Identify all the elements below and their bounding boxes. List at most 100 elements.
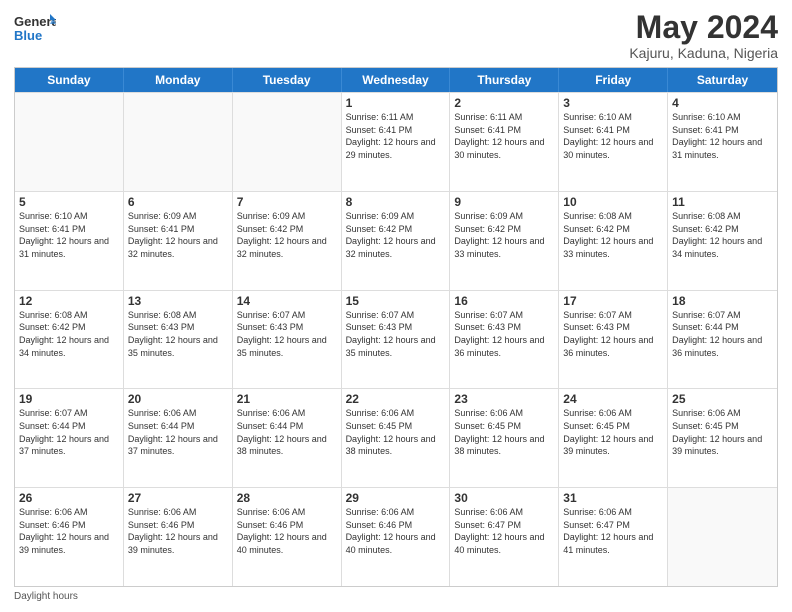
- main-title: May 2024: [629, 10, 778, 45]
- cell-info: Sunrise: 6:07 AM Sunset: 6:44 PM Dayligh…: [672, 309, 773, 359]
- calendar-cell: 9Sunrise: 6:09 AM Sunset: 6:42 PM Daylig…: [450, 192, 559, 290]
- calendar-cell: 15Sunrise: 6:07 AM Sunset: 6:43 PM Dayli…: [342, 291, 451, 389]
- cell-day-number: 4: [672, 96, 773, 110]
- cell-info: Sunrise: 6:06 AM Sunset: 6:45 PM Dayligh…: [454, 407, 554, 457]
- footer-text: Daylight hours: [14, 591, 78, 602]
- calendar-cell: 5Sunrise: 6:10 AM Sunset: 6:41 PM Daylig…: [15, 192, 124, 290]
- cell-day-number: 9: [454, 195, 554, 209]
- cell-info: Sunrise: 6:09 AM Sunset: 6:41 PM Dayligh…: [128, 210, 228, 260]
- calendar-row: 5Sunrise: 6:10 AM Sunset: 6:41 PM Daylig…: [15, 191, 777, 290]
- cell-info: Sunrise: 6:07 AM Sunset: 6:44 PM Dayligh…: [19, 407, 119, 457]
- cell-info: Sunrise: 6:06 AM Sunset: 6:45 PM Dayligh…: [563, 407, 663, 457]
- calendar-header: SundayMondayTuesdayWednesdayThursdayFrid…: [15, 68, 777, 92]
- calendar-cell: 16Sunrise: 6:07 AM Sunset: 6:43 PM Dayli…: [450, 291, 559, 389]
- calendar-cell: 12Sunrise: 6:08 AM Sunset: 6:42 PM Dayli…: [15, 291, 124, 389]
- cell-day-number: 10: [563, 195, 663, 209]
- calendar-cell: 14Sunrise: 6:07 AM Sunset: 6:43 PM Dayli…: [233, 291, 342, 389]
- cell-info: Sunrise: 6:09 AM Sunset: 6:42 PM Dayligh…: [346, 210, 446, 260]
- cell-info: Sunrise: 6:08 AM Sunset: 6:42 PM Dayligh…: [563, 210, 663, 260]
- cell-info: Sunrise: 6:08 AM Sunset: 6:43 PM Dayligh…: [128, 309, 228, 359]
- calendar-cell: [124, 93, 233, 191]
- cell-info: Sunrise: 6:10 AM Sunset: 6:41 PM Dayligh…: [563, 111, 663, 161]
- cell-day-number: 19: [19, 392, 119, 406]
- calendar-body: 1Sunrise: 6:11 AM Sunset: 6:41 PM Daylig…: [15, 92, 777, 586]
- cell-info: Sunrise: 6:06 AM Sunset: 6:46 PM Dayligh…: [128, 506, 228, 556]
- calendar-row: 19Sunrise: 6:07 AM Sunset: 6:44 PM Dayli…: [15, 388, 777, 487]
- calendar-cell: 28Sunrise: 6:06 AM Sunset: 6:46 PM Dayli…: [233, 488, 342, 586]
- calendar-cell: 27Sunrise: 6:06 AM Sunset: 6:46 PM Dayli…: [124, 488, 233, 586]
- cell-day-number: 30: [454, 491, 554, 505]
- cell-day-number: 3: [563, 96, 663, 110]
- cell-day-number: 16: [454, 294, 554, 308]
- cell-info: Sunrise: 6:06 AM Sunset: 6:46 PM Dayligh…: [346, 506, 446, 556]
- cell-info: Sunrise: 6:06 AM Sunset: 6:45 PM Dayligh…: [346, 407, 446, 457]
- calendar-cell: 24Sunrise: 6:06 AM Sunset: 6:45 PM Dayli…: [559, 389, 668, 487]
- cell-day-number: 14: [237, 294, 337, 308]
- subtitle: Kajuru, Kaduna, Nigeria: [629, 45, 778, 61]
- cal-header-cell: Tuesday: [233, 68, 342, 92]
- cell-day-number: 12: [19, 294, 119, 308]
- cell-info: Sunrise: 6:09 AM Sunset: 6:42 PM Dayligh…: [237, 210, 337, 260]
- svg-text:General: General: [14, 14, 56, 29]
- calendar-cell: 22Sunrise: 6:06 AM Sunset: 6:45 PM Dayli…: [342, 389, 451, 487]
- cell-info: Sunrise: 6:06 AM Sunset: 6:46 PM Dayligh…: [19, 506, 119, 556]
- cal-header-cell: Wednesday: [342, 68, 451, 92]
- svg-text:Blue: Blue: [14, 28, 42, 43]
- cell-day-number: 15: [346, 294, 446, 308]
- cell-info: Sunrise: 6:10 AM Sunset: 6:41 PM Dayligh…: [19, 210, 119, 260]
- calendar-cell: 26Sunrise: 6:06 AM Sunset: 6:46 PM Dayli…: [15, 488, 124, 586]
- cal-header-cell: Saturday: [668, 68, 777, 92]
- calendar-cell: 13Sunrise: 6:08 AM Sunset: 6:43 PM Dayli…: [124, 291, 233, 389]
- calendar-cell: 21Sunrise: 6:06 AM Sunset: 6:44 PM Dayli…: [233, 389, 342, 487]
- cal-header-cell: Thursday: [450, 68, 559, 92]
- calendar-cell: 7Sunrise: 6:09 AM Sunset: 6:42 PM Daylig…: [233, 192, 342, 290]
- footer: Daylight hours: [14, 591, 778, 602]
- cell-info: Sunrise: 6:11 AM Sunset: 6:41 PM Dayligh…: [346, 111, 446, 161]
- calendar-cell: 6Sunrise: 6:09 AM Sunset: 6:41 PM Daylig…: [124, 192, 233, 290]
- calendar-cell: [668, 488, 777, 586]
- cell-day-number: 7: [237, 195, 337, 209]
- title-block: May 2024 Kajuru, Kaduna, Nigeria: [629, 10, 778, 61]
- cell-day-number: 31: [563, 491, 663, 505]
- cal-header-cell: Friday: [559, 68, 668, 92]
- cell-info: Sunrise: 6:07 AM Sunset: 6:43 PM Dayligh…: [237, 309, 337, 359]
- cal-header-cell: Sunday: [15, 68, 124, 92]
- cell-info: Sunrise: 6:06 AM Sunset: 6:47 PM Dayligh…: [454, 506, 554, 556]
- cell-info: Sunrise: 6:06 AM Sunset: 6:46 PM Dayligh…: [237, 506, 337, 556]
- cell-day-number: 11: [672, 195, 773, 209]
- cell-info: Sunrise: 6:08 AM Sunset: 6:42 PM Dayligh…: [19, 309, 119, 359]
- calendar-cell: 10Sunrise: 6:08 AM Sunset: 6:42 PM Dayli…: [559, 192, 668, 290]
- cell-day-number: 21: [237, 392, 337, 406]
- calendar-cell: [233, 93, 342, 191]
- calendar-row: 26Sunrise: 6:06 AM Sunset: 6:46 PM Dayli…: [15, 487, 777, 586]
- cell-info: Sunrise: 6:06 AM Sunset: 6:47 PM Dayligh…: [563, 506, 663, 556]
- cell-day-number: 24: [563, 392, 663, 406]
- calendar-row: 12Sunrise: 6:08 AM Sunset: 6:42 PM Dayli…: [15, 290, 777, 389]
- calendar: SundayMondayTuesdayWednesdayThursdayFrid…: [14, 67, 778, 587]
- calendar-cell: 17Sunrise: 6:07 AM Sunset: 6:43 PM Dayli…: [559, 291, 668, 389]
- cell-day-number: 25: [672, 392, 773, 406]
- cell-info: Sunrise: 6:08 AM Sunset: 6:42 PM Dayligh…: [672, 210, 773, 260]
- cell-day-number: 18: [672, 294, 773, 308]
- calendar-cell: 2Sunrise: 6:11 AM Sunset: 6:41 PM Daylig…: [450, 93, 559, 191]
- cell-day-number: 6: [128, 195, 228, 209]
- calendar-cell: 1Sunrise: 6:11 AM Sunset: 6:41 PM Daylig…: [342, 93, 451, 191]
- calendar-cell: 25Sunrise: 6:06 AM Sunset: 6:45 PM Dayli…: [668, 389, 777, 487]
- cell-day-number: 5: [19, 195, 119, 209]
- calendar-cell: 23Sunrise: 6:06 AM Sunset: 6:45 PM Dayli…: [450, 389, 559, 487]
- cell-day-number: 26: [19, 491, 119, 505]
- calendar-cell: 31Sunrise: 6:06 AM Sunset: 6:47 PM Dayli…: [559, 488, 668, 586]
- cell-info: Sunrise: 6:11 AM Sunset: 6:41 PM Dayligh…: [454, 111, 554, 161]
- cell-info: Sunrise: 6:06 AM Sunset: 6:45 PM Dayligh…: [672, 407, 773, 457]
- page: General Blue May 2024 Kajuru, Kaduna, Ni…: [0, 0, 792, 612]
- calendar-cell: 3Sunrise: 6:10 AM Sunset: 6:41 PM Daylig…: [559, 93, 668, 191]
- header: General Blue May 2024 Kajuru, Kaduna, Ni…: [14, 10, 778, 61]
- cell-day-number: 28: [237, 491, 337, 505]
- cell-info: Sunrise: 6:09 AM Sunset: 6:42 PM Dayligh…: [454, 210, 554, 260]
- calendar-row: 1Sunrise: 6:11 AM Sunset: 6:41 PM Daylig…: [15, 92, 777, 191]
- cell-day-number: 8: [346, 195, 446, 209]
- calendar-cell: 11Sunrise: 6:08 AM Sunset: 6:42 PM Dayli…: [668, 192, 777, 290]
- cell-day-number: 1: [346, 96, 446, 110]
- cell-info: Sunrise: 6:07 AM Sunset: 6:43 PM Dayligh…: [454, 309, 554, 359]
- cell-info: Sunrise: 6:06 AM Sunset: 6:44 PM Dayligh…: [237, 407, 337, 457]
